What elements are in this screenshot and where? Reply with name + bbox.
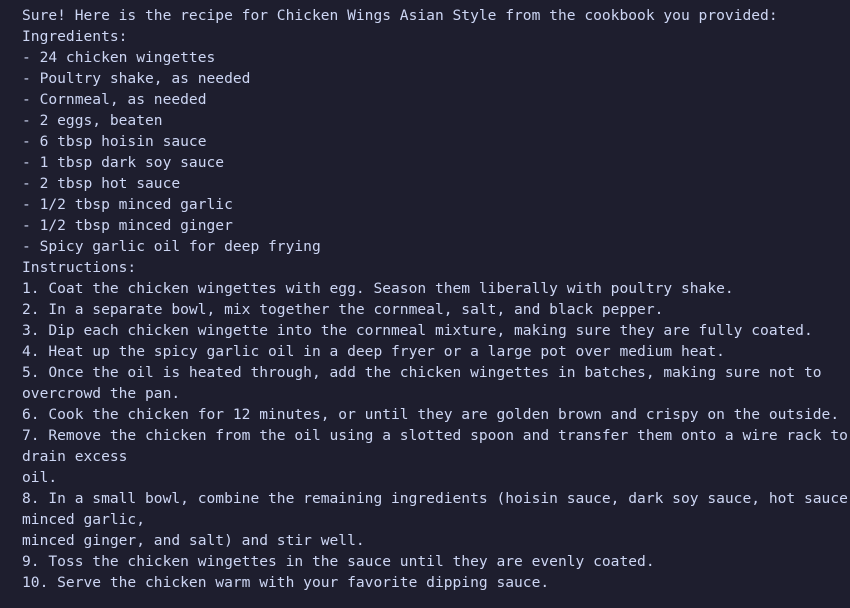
text-line: - 24 chicken wingettes <box>22 49 216 66</box>
text-line: Sure! Here is the recipe for Chicken Win… <box>22 7 778 24</box>
text-line: 3. Dip each chicken wingette into the co… <box>22 322 813 339</box>
text-line: Ingredients: <box>22 28 128 45</box>
text-line: 5. Once the oil is heated through, add t… <box>22 364 822 381</box>
text-line: 8. In a small bowl, combine the remainin… <box>22 490 850 507</box>
text-line: overcrowd the pan. <box>22 385 181 402</box>
text-line: 9. Toss the chicken wingettes in the sau… <box>22 553 655 570</box>
text-line: - Poultry shake, as needed <box>22 70 251 87</box>
text-line: Instructions: <box>22 259 137 276</box>
text-line: - 1/2 tbsp minced ginger <box>22 217 233 234</box>
text-line: drain excess <box>22 448 128 465</box>
text-line: - 2 tbsp hot sauce <box>22 175 181 192</box>
text-line: - Cornmeal, as needed <box>22 91 207 108</box>
text-line: 6. Cook the chicken for 12 minutes, or u… <box>22 406 840 423</box>
text-line: 4. Heat up the spicy garlic oil in a dee… <box>22 343 725 360</box>
terminal-output: Sure! Here is the recipe for Chicken Win… <box>0 0 850 608</box>
text-line: minced ginger, and salt) and stir well. <box>22 532 365 549</box>
text-line: 7. Remove the chicken from the oil using… <box>22 427 848 444</box>
text-line: 10. Serve the chicken warm with your fav… <box>22 574 550 591</box>
text-line: minced garlic, <box>22 511 146 528</box>
text-line: - 1 tbsp dark soy sauce <box>22 154 225 171</box>
text-line: oil. <box>22 469 58 486</box>
text-line: 1. Coat the chicken wingettes with egg. … <box>22 280 734 297</box>
text-line: - 2 eggs, beaten <box>22 112 163 129</box>
text-line: - Spicy garlic oil for deep frying <box>22 238 321 255</box>
text-line: - 6 tbsp hoisin sauce <box>22 133 207 150</box>
text-line: 2. In a separate bowl, mix together the … <box>22 301 664 318</box>
text-line: - 1/2 tbsp minced garlic <box>22 196 233 213</box>
